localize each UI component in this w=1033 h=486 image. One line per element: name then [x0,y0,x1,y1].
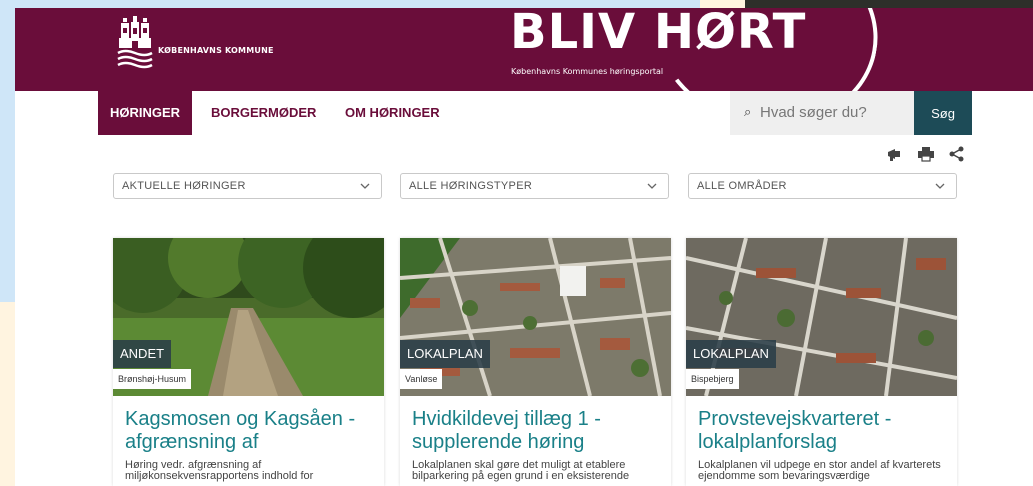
filter-area-label: ALLE OMRÅDER [697,180,787,192]
filter-type-select[interactable]: ALLE HØRINGSTYPER [400,173,669,199]
share-icon[interactable] [948,146,966,162]
nav-item-horinger[interactable]: HØRINGER [98,91,193,135]
nav-item-borgermoder[interactable]: BORGERMØDER [211,91,316,135]
card-title[interactable]: Provstevejskvarteret - lokalplanforslag [698,408,948,454]
chevron-down-icon [647,183,657,189]
page-background-top-cream [700,0,745,8]
page-tools [886,146,974,164]
municipality-name: KØBENHAVNS KOMMUNE [158,46,274,55]
portal-title[interactable]: BLIV HØRT [510,8,806,60]
card-description: Lokalplanen skal gøre det muligt at etab… [412,459,630,482]
filter-type-label: ALLE HØRINGSTYPER [409,180,533,192]
megaphone-icon[interactable] [886,146,904,162]
header-banner: KØBENHAVNS KOMMUNE BLIV HØRT Københavns … [15,8,1033,91]
search-box: ⌕ [730,91,914,135]
card-area-label: Brønshøj-Husum [113,369,192,389]
card-description: Lokalplanen vil udpege en stor andel af … [698,459,941,482]
nav-item-om-horinger[interactable]: OM HØRINGER [345,91,440,135]
card-title[interactable]: Kagsmosen og Kagsåen - afgrænsning af [125,408,375,454]
filter-area-select[interactable]: ALLE OMRÅDER [688,173,957,199]
search-input[interactable] [758,103,912,122]
city-crest-icon[interactable] [115,16,155,72]
card-title[interactable]: Hvidkildevej tillæg 1 - supplerende høri… [412,408,662,454]
card-type-badge: LOKALPLAN [400,340,490,368]
chevron-down-icon [360,183,370,189]
filter-status-select[interactable]: AKTUELLE HØRINGER [113,173,382,199]
search-button[interactable]: Søg [914,91,972,135]
card-type-badge: ANDET [113,340,172,368]
hearing-card[interactable]: LOKALPLAN Vanløse Hvidkildevej tillæg 1 … [400,238,671,486]
chevron-down-icon [935,183,945,189]
hearing-card[interactable]: LOKALPLAN Bispebjerg Provstevejskvartere… [686,238,957,486]
card-area-label: Vanløse [400,369,443,389]
page-background-top-photo [745,0,1033,8]
search-icon: ⌕ [744,105,752,120]
hearing-card[interactable]: ANDET Brønshøj-Husum Kagsmosen og Kagsåe… [113,238,384,486]
card-description: Høring vedr. afgrænsning af miljøkonsekv… [125,459,314,482]
print-icon[interactable] [917,146,935,162]
card-type-badge: LOKALPLAN [686,340,776,368]
portal-subtitle: Københavns Kommunes høringsportal [511,67,664,76]
page-background-left-top [0,0,15,302]
filter-status-label: AKTUELLE HØRINGER [122,180,246,192]
card-area-label: Bispebjerg [686,369,739,389]
main-navigation: HØRINGER BORGERMØDER OM HØRINGER ⌕ Søg [15,91,1033,135]
